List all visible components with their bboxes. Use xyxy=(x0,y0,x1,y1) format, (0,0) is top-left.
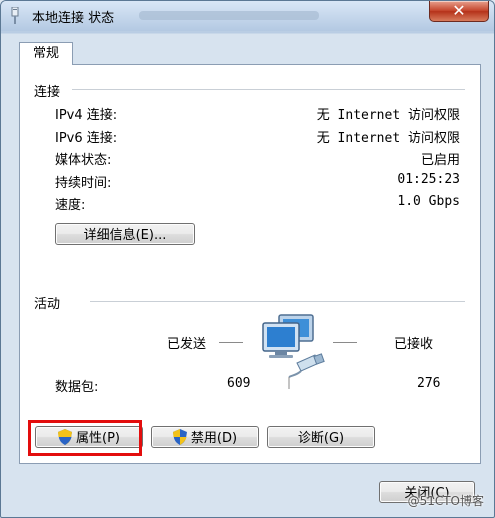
packets-sent-value: 609 xyxy=(227,376,251,391)
duration-value: 01:25:23 xyxy=(397,172,460,187)
media-state-value: 已启用 xyxy=(420,153,460,168)
activity-group-label: 活动 xyxy=(34,297,61,312)
disable-button-label: 禁用(D) xyxy=(190,431,238,446)
sent-connector-line xyxy=(219,342,243,343)
sent-label: 已发送 xyxy=(167,337,207,352)
diagnose-button[interactable]: 诊断(G) xyxy=(267,426,375,448)
tab-general[interactable]: 常规 xyxy=(19,42,73,65)
ipv4-label: IPv4 连接: xyxy=(55,108,118,123)
disable-button[interactable]: 禁用(D) xyxy=(151,426,259,448)
speed-label: 速度: xyxy=(55,198,86,213)
general-tab-panel: 连接 IPv4 连接: 无 Internet 访问权限 IPv6 连接: 无 I… xyxy=(19,64,481,464)
close-window-button[interactable]: ✕ xyxy=(429,1,489,22)
speed-value: 1.0 Gbps xyxy=(397,194,460,209)
uac-shield-icon xyxy=(172,429,187,445)
ipv6-value: 无 Internet 访问权限 xyxy=(316,131,460,146)
packets-label: 数据包: xyxy=(55,380,99,395)
duration-label: 持续时间: xyxy=(55,176,112,191)
window-title: 本地连接 状态 xyxy=(32,11,115,26)
ipv6-label: IPv6 连接: xyxy=(55,131,118,146)
properties-highlight-box xyxy=(28,420,142,456)
watermark: @51CTO博客 xyxy=(407,494,484,508)
connection-group-divider xyxy=(72,89,465,91)
details-button[interactable]: 详细信息(E)... xyxy=(55,223,195,245)
title-bar[interactable]: 本地连接 状态 ✕ xyxy=(1,1,494,31)
packets-received-value: 276 xyxy=(417,376,441,391)
network-computers-icon xyxy=(262,314,325,389)
ipv4-value: 无 Internet 访问权限 xyxy=(316,108,460,123)
received-label: 已接收 xyxy=(394,337,434,352)
activity-group-divider xyxy=(90,301,465,303)
connection-group-label: 连接 xyxy=(34,85,61,100)
network-connection-icon xyxy=(11,7,19,24)
status-dialog: 本地连接 状态 ✕ 常规 连接 IPv4 连接: 无 Internet 访问权限… xyxy=(0,0,495,518)
blurred-title-text xyxy=(139,11,319,20)
received-connector-line xyxy=(333,342,357,343)
media-state-label: 媒体状态: xyxy=(55,153,112,168)
